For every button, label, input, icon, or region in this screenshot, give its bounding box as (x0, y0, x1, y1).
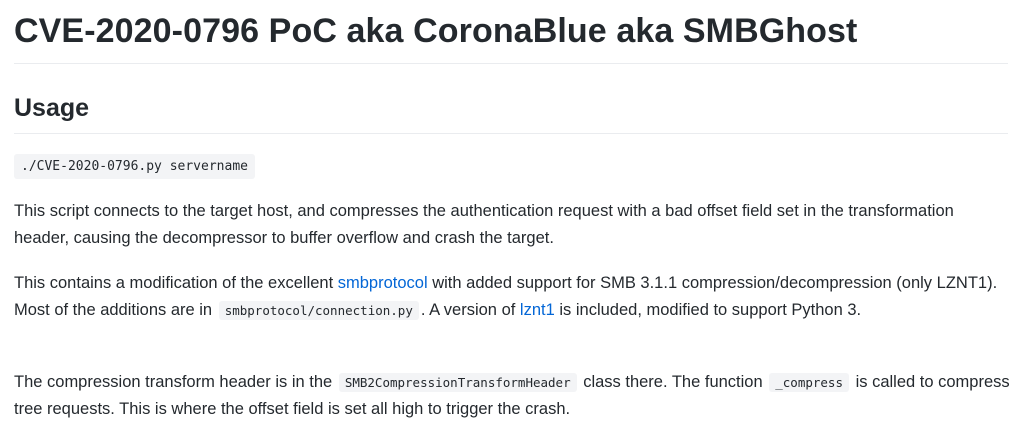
title-divider (14, 63, 1008, 64)
description-paragraph: This script connects to the target host,… (14, 202, 954, 247)
smbprotocol-link[interactable]: smbprotocol (338, 274, 428, 292)
usage-divider (14, 133, 1008, 134)
paragraph-text: is included, modified to support Python … (554, 301, 862, 319)
page-title: CVE-2020-0796 PoC aka CoronaBlue aka SMB… (14, 12, 858, 50)
lznt1-link[interactable]: lznt1 (520, 301, 555, 319)
paragraph-text: This contains a modification of the exce… (14, 274, 338, 292)
usage-heading: Usage (14, 94, 90, 122)
paragraph-text: The compression transform header is in t… (14, 373, 337, 391)
compression-header-paragraph: The compression transform header is in t… (14, 369, 1010, 423)
readme-content: CVE-2020-0796 PoC aka CoronaBlue aka SMB… (0, 0, 1024, 424)
transform-header-class-code: SMB2CompressionTransformHeader (338, 373, 577, 392)
usage-command-code: ./CVE-2020-0796.py servername (14, 154, 255, 179)
paragraph-text: class there. The function (578, 373, 768, 391)
connection-file-code: smbprotocol/connection.py (218, 301, 419, 320)
compress-function-code: _compress (769, 373, 849, 392)
paragraph-text: . A version of (420, 301, 520, 319)
modification-paragraph: This contains a modification of the exce… (14, 270, 1010, 324)
